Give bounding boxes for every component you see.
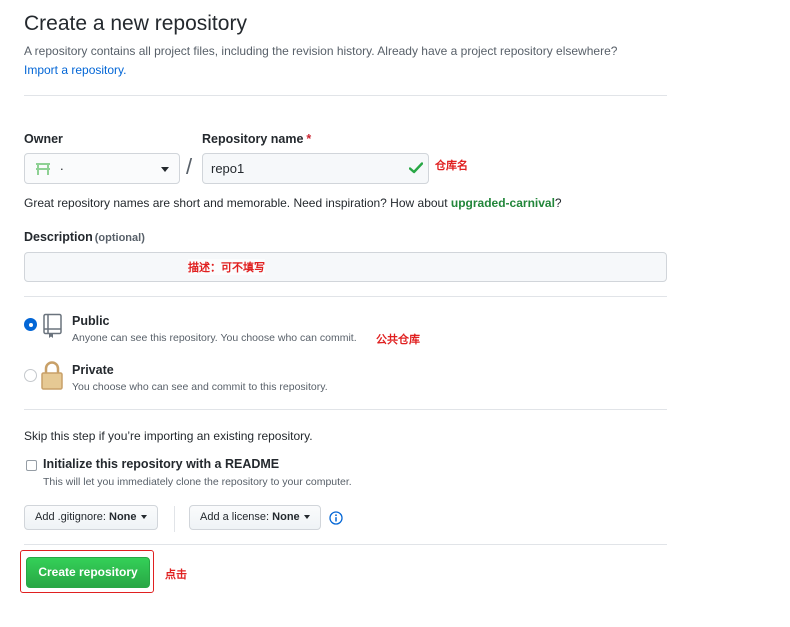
private-title: Private — [72, 363, 114, 377]
owner-name: . — [60, 158, 64, 173]
repo-name-label: Repository name * — [202, 132, 312, 146]
info-icon[interactable] — [329, 511, 343, 525]
gitignore-dropdown[interactable]: Add .gitignore: None — [24, 505, 158, 530]
readme-title: Initialize this repository with a README — [43, 457, 280, 471]
repository-name-input[interactable] — [202, 153, 429, 184]
create-repository-button[interactable]: Create repository — [26, 557, 150, 588]
public-description: Anyone can see this repository. You choo… — [72, 332, 357, 344]
annotation-description: 描述：可不填写 — [188, 259, 265, 275]
owner-repo-separator: / — [186, 154, 193, 179]
divider — [24, 544, 667, 545]
page-title: Create a new repository — [24, 12, 247, 35]
description-input[interactable] — [24, 252, 667, 282]
owner-select[interactable]: . — [24, 153, 180, 184]
chevron-down-icon — [303, 515, 310, 520]
readme-description: This will let you immediately clone the … — [43, 476, 352, 488]
public-title: Public — [72, 314, 110, 328]
repo-name-hint: Great repository names are short and mem… — [24, 196, 562, 210]
private-description: You choose who can see and commit to thi… — [72, 381, 328, 393]
lock-icon — [41, 361, 63, 390]
annotation-repo-name: 仓库名 — [435, 157, 468, 173]
chevron-down-icon — [140, 515, 147, 520]
owner-avatar-icon — [36, 163, 50, 175]
readme-checkbox[interactable] — [26, 460, 37, 471]
chevron-down-icon — [161, 167, 169, 172]
repo-public-icon — [43, 313, 62, 338]
divider — [24, 95, 667, 96]
annotation-create: 点击 — [165, 566, 187, 582]
required-mark: * — [306, 132, 312, 146]
name-suggestion-link[interactable]: upgraded-carnival — [451, 196, 555, 210]
annotation-public: 公共仓库 — [376, 331, 420, 347]
optional-label: (optional) — [94, 232, 145, 244]
public-radio[interactable] — [24, 318, 37, 331]
private-radio[interactable] — [24, 369, 37, 382]
owner-label: Owner — [24, 132, 63, 146]
description-label: Description (optional) — [24, 230, 145, 244]
skip-step-note: Skip this step if you’re importing an ex… — [24, 429, 313, 443]
check-icon — [409, 162, 423, 174]
divider — [24, 409, 667, 410]
page-subtitle: A repository contains all project files,… — [24, 44, 618, 58]
divider — [174, 506, 175, 532]
divider — [24, 296, 667, 297]
license-dropdown[interactable]: Add a license: None — [189, 505, 321, 530]
import-repository-link[interactable]: Import a repository. — [24, 63, 126, 77]
